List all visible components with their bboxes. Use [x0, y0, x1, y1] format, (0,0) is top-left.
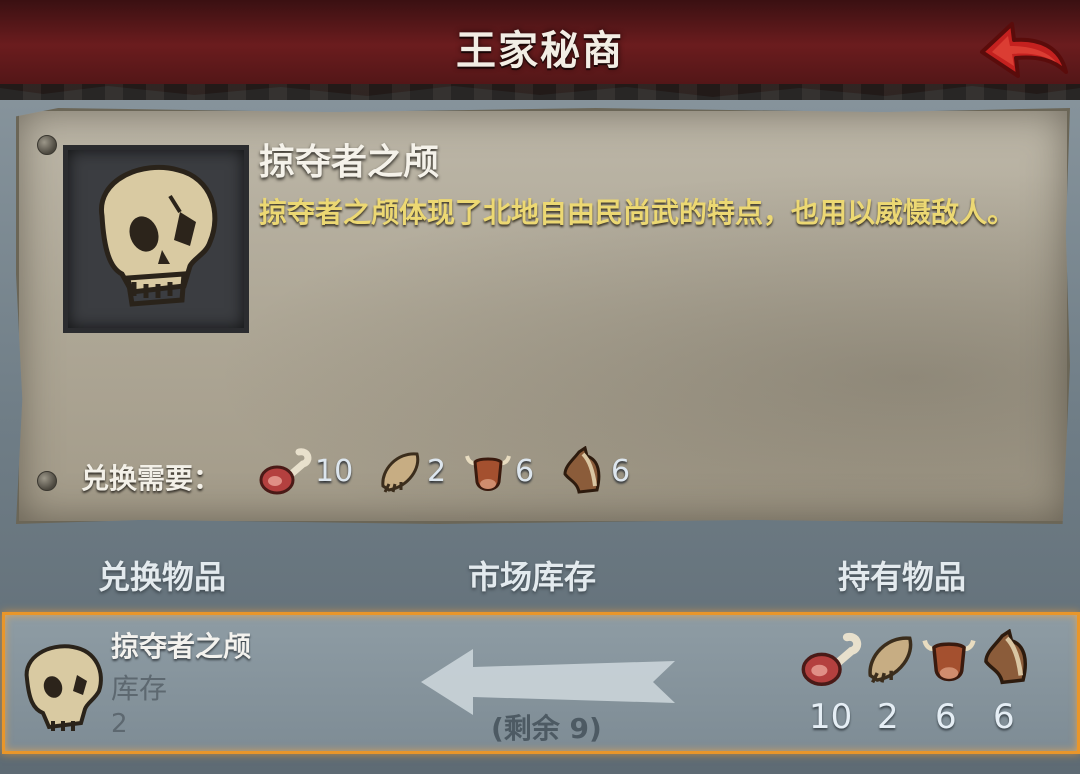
row-stock-label: 库存	[111, 672, 168, 705]
back-arrow-icon	[980, 22, 1068, 78]
owned-count: 6	[935, 697, 957, 737]
requirement-amount: 2	[427, 453, 447, 489]
column-header-exchange: 兑换物品	[98, 558, 227, 596]
horse-head-icon	[563, 446, 601, 494]
item-description: 掠夺者之颅体现了北地自由民尚武的特点，也用以威慑敌人。	[259, 196, 1016, 229]
owned-count: 2	[877, 697, 899, 737]
requirement-fur: 2	[375, 446, 446, 496]
requirement-amount: 10	[315, 453, 354, 489]
item-name: 掠夺者之颅	[259, 142, 440, 183]
horse-head-icon	[984, 629, 1027, 685]
owned-count: 6	[993, 697, 1015, 737]
fur-icon	[868, 636, 913, 684]
requirement-horse: 6	[559, 446, 630, 496]
requirement-meat: 10	[259, 446, 353, 496]
column-header-market: 市场库存	[468, 558, 597, 596]
requirement-ox: 6	[463, 446, 534, 496]
owned-items-icons	[801, 629, 1041, 689]
column-header-owned: 持有物品	[838, 558, 967, 596]
header-torn-edge	[0, 84, 1080, 100]
back-button[interactable]	[978, 14, 1070, 84]
item-detail-panel: 掠夺者之颅 掠夺者之颅体现了北地自由民尚武的特点，也用以威慑敌人。 兑换需要： …	[16, 108, 1070, 524]
requirement-amount: 6	[611, 453, 631, 489]
fur-icon	[381, 452, 420, 493]
requirement-label: 兑换需要：	[81, 462, 222, 495]
exchange-item-row[interactable]: 掠夺者之颅 库存 2 (剩余 9) 10 2 6 6	[2, 612, 1080, 754]
ox-head-icon	[465, 455, 511, 491]
item-icon-frame	[63, 145, 249, 333]
skull-icon	[99, 164, 218, 307]
requirement-amount: 6	[515, 453, 535, 489]
page-title: 王家秘商	[456, 28, 624, 74]
skull-icon	[24, 644, 103, 731]
row-stock-value: 2	[111, 709, 128, 739]
ox-head-icon	[922, 639, 976, 682]
rivet-icon	[37, 135, 57, 155]
owned-count: 10	[809, 697, 853, 737]
row-item-name: 掠夺者之颅	[111, 630, 252, 663]
meat-icon	[259, 448, 312, 495]
remaining-count: (剩余 9)	[491, 712, 602, 745]
rivet-icon	[37, 471, 57, 491]
meat-icon	[801, 633, 862, 686]
